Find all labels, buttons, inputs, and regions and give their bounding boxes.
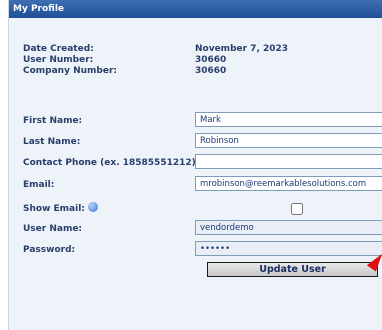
user-name-field[interactable] [195, 220, 382, 235]
company-number-label: Company Number: [23, 66, 117, 76]
update-user-button[interactable]: Update User [207, 262, 378, 277]
show-email-row: Show Email: [23, 202, 98, 214]
last-name-label: Last Name: [23, 137, 81, 147]
last-name-field[interactable] [195, 133, 382, 148]
panel-header: My Profile [9, 0, 382, 18]
profile-panel: My Profile Date Created: November 7, 202… [8, 0, 382, 330]
help-info-icon[interactable] [87, 202, 98, 212]
show-email-checkbox[interactable] [291, 203, 303, 215]
email-label: Email: [23, 180, 55, 190]
date-created-value: November 7, 2023 [195, 44, 289, 54]
user-number-value: 30660 [195, 55, 227, 65]
contact-phone-label: Contact Phone (ex. 18585551212): [23, 158, 200, 168]
show-email-label: Show Email: [23, 204, 85, 214]
contact-phone-field[interactable] [195, 154, 382, 169]
user-name-label: User Name: [23, 224, 83, 234]
date-created-label: Date Created: [23, 44, 94, 54]
password-label: Password: [23, 245, 76, 255]
company-number-value: 30660 [195, 66, 227, 76]
password-field[interactable] [195, 241, 382, 256]
user-number-label: User Number: [23, 55, 94, 65]
first-name-field[interactable] [195, 112, 382, 127]
email-field[interactable] [195, 176, 382, 191]
first-name-label: First Name: [23, 116, 83, 126]
